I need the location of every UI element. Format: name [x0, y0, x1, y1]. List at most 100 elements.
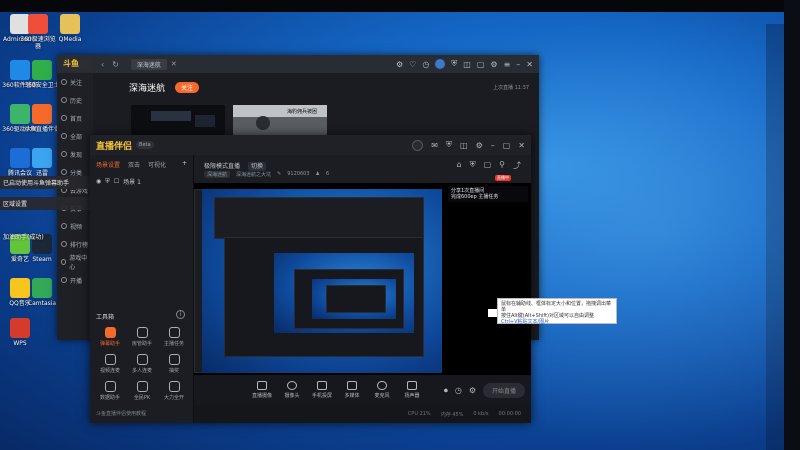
room-category[interactable]: 深海迷航: [204, 171, 231, 178]
shirt-icon[interactable]: ◫: [463, 60, 471, 69]
settings-icon[interactable]: ⚙: [476, 141, 483, 150]
maximize-icon[interactable]: ▢: [503, 141, 511, 150]
screen-capture-button[interactable]: 直播摄像: [252, 381, 272, 399]
edit-icon[interactable]: ✎: [277, 171, 281, 178]
checkbox[interactable]: ☐: [114, 178, 119, 185]
heart-icon[interactable]: ♡: [409, 60, 416, 69]
toolbox-title: 工具箱: [96, 314, 115, 321]
sidebar-item-label: 游戏中心: [69, 255, 88, 271]
link-icon[interactable]: ⚲: [499, 160, 505, 171]
tool-icon: [136, 381, 148, 392]
close-icon[interactable]: ✕: [518, 141, 525, 150]
desktop-icon[interactable]: QMedia: [50, 14, 90, 43]
mail-icon[interactable]: ✉: [431, 141, 438, 150]
desktop-icon[interactable]: 360安全卫士: [22, 60, 62, 89]
tool-button[interactable]: 房管助手: [126, 327, 158, 347]
tool-button[interactable]: 数据助手: [94, 381, 126, 401]
info-icon[interactable]: i: [176, 310, 185, 319]
clock-icon[interactable]: ◷: [455, 386, 462, 395]
desktop-icon-label: 360安全卫士: [24, 82, 60, 89]
history-icon[interactable]: ◷: [422, 60, 429, 69]
scene-item[interactable]: ◉ ⛨ ☐ 场景 1: [90, 174, 193, 189]
douyu-toolbar-right: ⚙ ♡ ◷ ⛨ ◫ ▢ ⚙ ≡ – ✕: [396, 59, 533, 69]
gear-icon[interactable]: ⚙: [490, 60, 497, 69]
tab-double[interactable]: 双击: [128, 160, 140, 169]
desktop-icon[interactable]: 斗鱼直播伴侣: [22, 104, 62, 133]
microphone-button[interactable]: 麦克风: [372, 381, 392, 399]
sidebar-item[interactable]: 历史: [57, 91, 93, 109]
minimize-icon[interactable]: –: [491, 141, 495, 150]
desktop-icon-label: Camtasia: [27, 300, 57, 307]
tool-button[interactable]: 抽奖: [158, 354, 190, 374]
lock-icon[interactable]: ⛨: [451, 59, 457, 69]
monitor-icon: [257, 381, 267, 390]
room-title: 深海迷航: [129, 83, 166, 94]
tutorial-link[interactable]: 斗鱼直播伴侣使用教程: [96, 410, 146, 417]
hint-tooltip: 鼠标在辅助线、框体标定大小和位置，拖拽调出菜单 按住Alt键(Alt+Shift…: [497, 298, 617, 325]
sidebar-item-icon: [61, 79, 67, 85]
settings-icon[interactable]: ⚙: [396, 60, 403, 69]
media-button[interactable]: 多媒体: [342, 381, 362, 399]
follow-button[interactable]: 关注: [175, 81, 200, 93]
stream-companion-window[interactable]: 直播伴侣 Beta ✉ ⛨ ◫ ⚙ – ▢ ✕ 场景设置 双击 可视化 + ◉: [90, 135, 531, 423]
speaker-button[interactable]: 扬声器: [402, 381, 422, 399]
tool-button[interactable]: 多人连麦: [126, 354, 158, 374]
tab-room[interactable]: 深海迷航: [130, 58, 167, 70]
room-header: 深海迷航 关注 上次直播 11:37: [93, 73, 539, 101]
tab-scene-settings[interactable]: 场景设置: [96, 160, 120, 169]
shirt-icon[interactable]: ◫: [460, 141, 468, 150]
desktop-icon[interactable]: 迅雷: [22, 148, 62, 177]
refresh-icon[interactable]: ↻: [112, 60, 119, 69]
camera-button[interactable]: 摄像头: [282, 381, 302, 399]
switch-mode-button[interactable]: 切换: [247, 162, 266, 171]
room-id: 9120603: [287, 171, 310, 177]
lock-icon[interactable]: ⛨: [470, 160, 476, 171]
phone-cast-button[interactable]: 手机投屏: [312, 381, 332, 399]
sidebar-item[interactable]: 首页: [57, 109, 93, 127]
tool-button[interactable]: 全民PK: [126, 381, 158, 401]
tool-button[interactable]: 弹幕助手: [94, 327, 126, 347]
tool-button[interactable]: 大力全开: [158, 381, 190, 401]
eye-icon[interactable]: ◉: [96, 178, 101, 185]
sidebar-item[interactable]: 开播: [57, 271, 93, 289]
sidebar-item-icon: [61, 151, 67, 157]
stream-preview[interactable]: 分享1次直播间 完成600ep 主播任务: [194, 183, 531, 375]
live-timer: 00:00:00: [498, 411, 521, 417]
sidebar-item-label: 发现: [70, 151, 83, 159]
sidebar-item[interactable]: 全部: [57, 127, 93, 145]
controls-right: ⏺ ◷ ⚙ 开始直播: [444, 383, 525, 398]
record-icon[interactable]: ⏺: [444, 386, 448, 396]
settings-icon[interactable]: ⚙: [469, 386, 476, 395]
gift-icon[interactable]: ⌂: [457, 160, 462, 171]
back-arrow-icon[interactable]: ‹: [101, 60, 104, 69]
lock-icon[interactable]: ⛨: [105, 178, 110, 186]
share-icon[interactable]: ⤴: [513, 160, 521, 171]
room-thumbnail[interactable]: 海豹佣兵被困: [233, 105, 327, 135]
taskbar[interactable]: [766, 24, 784, 450]
desktop-icon[interactable]: WPS: [0, 318, 40, 347]
screen: Administr... 360极速浏览器 QMedia 360软件管家 360安全卫士…: [0, 0, 800, 450]
tab-visual[interactable]: 可视化: [148, 160, 166, 169]
add-scene-icon[interactable]: +: [182, 160, 187, 169]
start-live-button[interactable]: 开始直播: [482, 383, 525, 398]
menu-icon[interactable]: ≡: [504, 60, 511, 69]
close-icon[interactable]: ✕: [526, 60, 533, 69]
minimize-icon[interactable]: –: [516, 60, 520, 69]
close-tab-icon[interactable]: ✕: [171, 60, 177, 68]
room-meta-title: 深海迷航之大坑: [236, 172, 272, 178]
tool-button[interactable]: 视频连麦: [94, 354, 126, 374]
lock-icon[interactable]: ⛨: [446, 140, 452, 150]
avatar[interactable]: [435, 59, 446, 69]
sidebar-item[interactable]: 游戏中心: [57, 253, 93, 271]
message-icon[interactable]: ▢: [477, 60, 485, 69]
app-icon: [32, 104, 52, 124]
tool-label: 视频连麦: [99, 368, 120, 374]
room-thumbnail[interactable]: [131, 105, 225, 135]
tool-button[interactable]: 主播任务: [158, 327, 190, 347]
user-avatar[interactable]: [412, 139, 424, 151]
message-icon[interactable]: ▢: [484, 160, 492, 171]
sidebar-item-label: 开播: [70, 277, 83, 285]
desktop-icon[interactable]: Camtasia: [22, 278, 62, 307]
sidebar-item[interactable]: 发现: [57, 145, 93, 163]
sidebar-item[interactable]: 关注: [57, 73, 93, 91]
